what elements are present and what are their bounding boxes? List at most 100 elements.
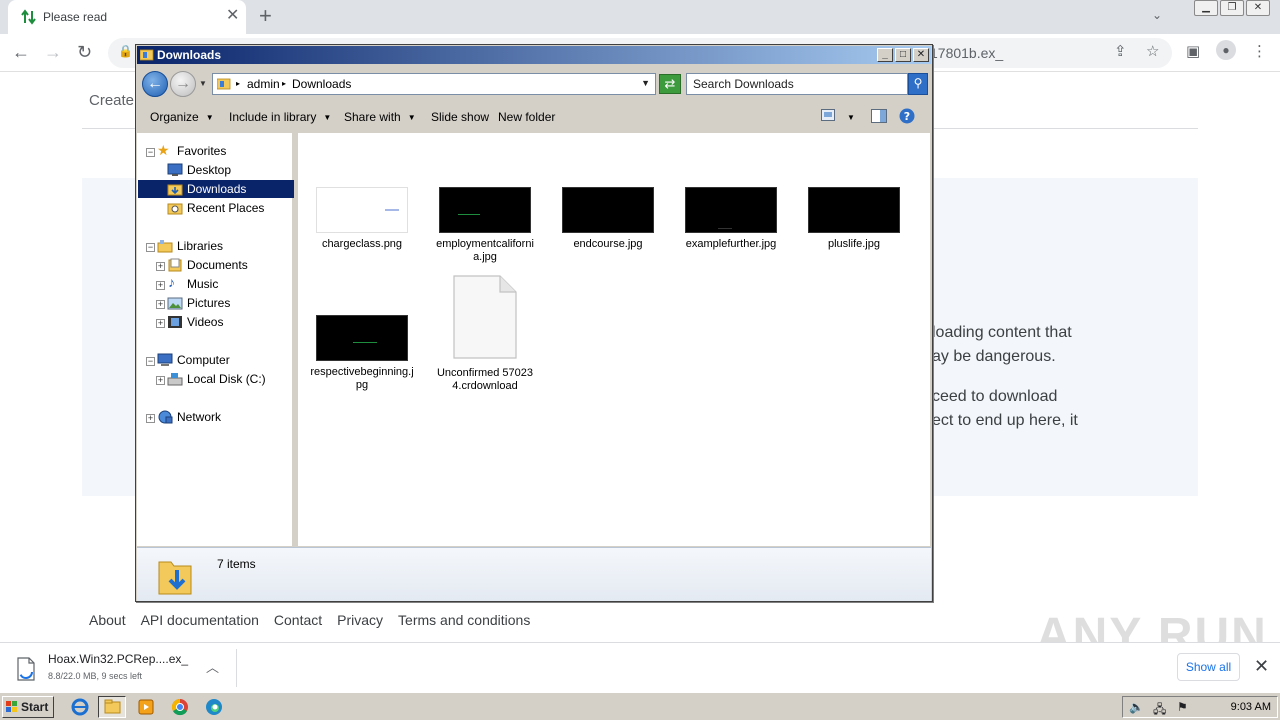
nav-recent-places[interactable]: Recent Places — [187, 199, 264, 217]
desktop-icon — [167, 163, 183, 176]
expand-videos-icon[interactable]: + — [156, 319, 165, 328]
explorer-titlebar[interactable]: Downloads _ □ ✕ — [137, 46, 931, 64]
search-input[interactable]: Search Downloads — [686, 73, 908, 95]
explorer-close-button[interactable]: ✕ — [913, 48, 929, 62]
clock[interactable]: 9:03 AM — [1231, 701, 1271, 713]
menu-kebab-icon[interactable]: ⋮ — [1252, 42, 1267, 60]
file-item[interactable]: examplefurther.jpg — [679, 187, 783, 251]
start-button[interactable]: Start — [2, 696, 54, 718]
nav-local-disk[interactable]: Local Disk (C:) — [187, 370, 266, 388]
explorer-command-bar: Organize ▼ Include in library ▼ Share with… — [137, 101, 931, 132]
file-item[interactable]: respectivebeginning.jpg — [310, 315, 414, 392]
refresh-button[interactable]: ⇄ — [659, 74, 681, 94]
file-item[interactable]: employmentcalifornia.jpg — [433, 187, 537, 264]
file-item[interactable]: chargeclass.png — [310, 187, 414, 251]
breadcrumb-admin[interactable]: admin — [247, 77, 280, 91]
file-name: endcourse.jpg — [573, 238, 643, 250]
slide-show-button[interactable]: Slide show — [431, 110, 489, 124]
windows-flag-icon — [6, 701, 17, 712]
address-dropdown-icon[interactable]: ▼ — [641, 78, 650, 88]
ie-taskbar-icon[interactable] — [66, 696, 94, 718]
view-dropdown-icon[interactable]: ▼ — [847, 113, 855, 122]
view-options-icon[interactable] — [821, 109, 835, 121]
nav-libraries[interactable]: Libraries — [177, 237, 223, 255]
expand-network-icon[interactable]: + — [146, 414, 155, 423]
reload-icon[interactable]: ↻ — [77, 42, 92, 62]
recent-places-icon — [167, 203, 183, 215]
close-window-button[interactable]: ✕ — [1246, 0, 1270, 16]
expand-documents-icon[interactable]: + — [156, 262, 165, 271]
expand-pictures-icon[interactable]: + — [156, 300, 165, 309]
breadcrumb-arrow-icon[interactable]: ▸ — [236, 79, 240, 88]
profile-avatar-icon[interactable]: ● — [1216, 40, 1236, 60]
page-create-link[interactable]: Create — [89, 92, 134, 109]
nav-favorites[interactable]: Favorites — [177, 142, 226, 160]
image-thumbnail — [316, 315, 408, 361]
explorer-forward-button[interactable]: → — [170, 71, 196, 97]
libraries-icon — [157, 240, 173, 253]
media-player-taskbar-icon[interactable] — [132, 696, 160, 718]
chrome-taskbar-icon[interactable] — [166, 696, 194, 718]
share-with-menu[interactable]: Share with ▼ — [344, 110, 416, 124]
file-item[interactable]: endcourse.jpg — [556, 187, 660, 251]
footer-link-contact[interactable]: Contact — [274, 612, 322, 628]
nav-computer[interactable]: Computer — [177, 351, 230, 369]
new-tab-button[interactable]: + — [259, 5, 272, 27]
footer-link-api[interactable]: API documentation — [141, 612, 259, 628]
explorer-back-button[interactable]: ← — [142, 71, 168, 97]
browser-tabstrip: Please read ✕ + ⌄ ▁ ❐ ✕ — [0, 0, 1280, 34]
warning-line-2: ay be dangerous. — [932, 348, 1056, 365]
security-flag-icon[interactable]: ⚑ — [1177, 700, 1188, 714]
nav-documents[interactable]: Documents — [187, 256, 248, 274]
tab-search-chevron-icon[interactable]: ⌄ — [1152, 8, 1162, 22]
nav-pictures[interactable]: Pictures — [187, 294, 230, 312]
expand-music-icon[interactable]: + — [156, 281, 165, 290]
footer-link-about[interactable]: About — [89, 612, 126, 628]
restore-button[interactable]: ❐ — [1220, 0, 1244, 16]
footer-link-terms[interactable]: Terms and conditions — [398, 612, 530, 628]
help-icon[interactable]: ? — [899, 108, 915, 124]
explorer-address-bar[interactable]: ▸ admin ▸ Downloads ▼ — [212, 73, 656, 95]
file-item[interactable]: Unconfirmed 570234.crdownload — [433, 275, 537, 393]
breadcrumb-arrow-icon[interactable]: ▸ — [282, 79, 286, 88]
nav-desktop[interactable]: Desktop — [187, 161, 231, 179]
explorer-title: Downloads — [157, 48, 222, 62]
nav-network[interactable]: Network — [177, 408, 221, 426]
include-in-library-menu[interactable]: Include in library ▼ — [229, 110, 331, 124]
network-tray-icon[interactable]: 🖧 — [1153, 700, 1166, 721]
nav-videos[interactable]: Videos — [187, 313, 223, 331]
collapse-favorites-icon[interactable]: − — [146, 148, 155, 157]
warning-line-3: ceed to download — [932, 388, 1058, 405]
explorer-maximize-button[interactable]: □ — [895, 48, 911, 62]
volume-icon[interactable]: 🔈 — [1129, 700, 1144, 714]
new-folder-button[interactable]: New folder — [498, 110, 555, 124]
organize-menu[interactable]: Organize ▼ — [150, 110, 214, 124]
explorer-taskbar-icon[interactable] — [98, 696, 126, 718]
minimize-button[interactable]: ▁ — [1194, 0, 1218, 16]
side-panel-icon[interactable]: ▣ — [1186, 42, 1200, 60]
browser-tab[interactable]: Please read ✕ — [8, 0, 246, 34]
close-shelf-icon[interactable]: ✕ — [1254, 656, 1269, 677]
nav-downloads[interactable]: Downloads — [138, 180, 294, 198]
forward-arrow-icon[interactable]: → — [44, 42, 62, 62]
bookmark-star-icon[interactable]: ☆ — [1146, 42, 1159, 60]
file-item[interactable]: pluslife.jpg — [802, 187, 906, 251]
explorer-minimize-button[interactable]: _ — [877, 48, 893, 62]
collapse-libraries-icon[interactable]: − — [146, 243, 155, 252]
expand-local-disk-icon[interactable]: + — [156, 376, 165, 385]
share-icon[interactable]: ⇪ — [1114, 42, 1127, 60]
download-filename[interactable]: Hoax.Win32.PCRep....ex_ — [48, 652, 188, 666]
preview-pane-icon[interactable] — [871, 109, 887, 123]
svg-text:?: ? — [904, 110, 910, 123]
edge-taskbar-icon[interactable] — [200, 696, 228, 718]
footer-link-privacy[interactable]: Privacy — [337, 612, 383, 628]
tab-close-icon[interactable]: ✕ — [226, 8, 239, 24]
back-arrow-icon[interactable]: ← — [12, 42, 30, 62]
breadcrumb-downloads[interactable]: Downloads — [292, 77, 351, 91]
collapse-computer-icon[interactable]: − — [146, 357, 155, 366]
show-all-button[interactable]: Show all — [1177, 653, 1240, 681]
nav-music[interactable]: Music — [187, 275, 218, 293]
search-icon[interactable]: ⚲ — [908, 73, 928, 95]
chevron-up-icon[interactable]: ︿ — [206, 657, 219, 676]
history-dropdown-icon[interactable]: ▼ — [199, 79, 207, 88]
